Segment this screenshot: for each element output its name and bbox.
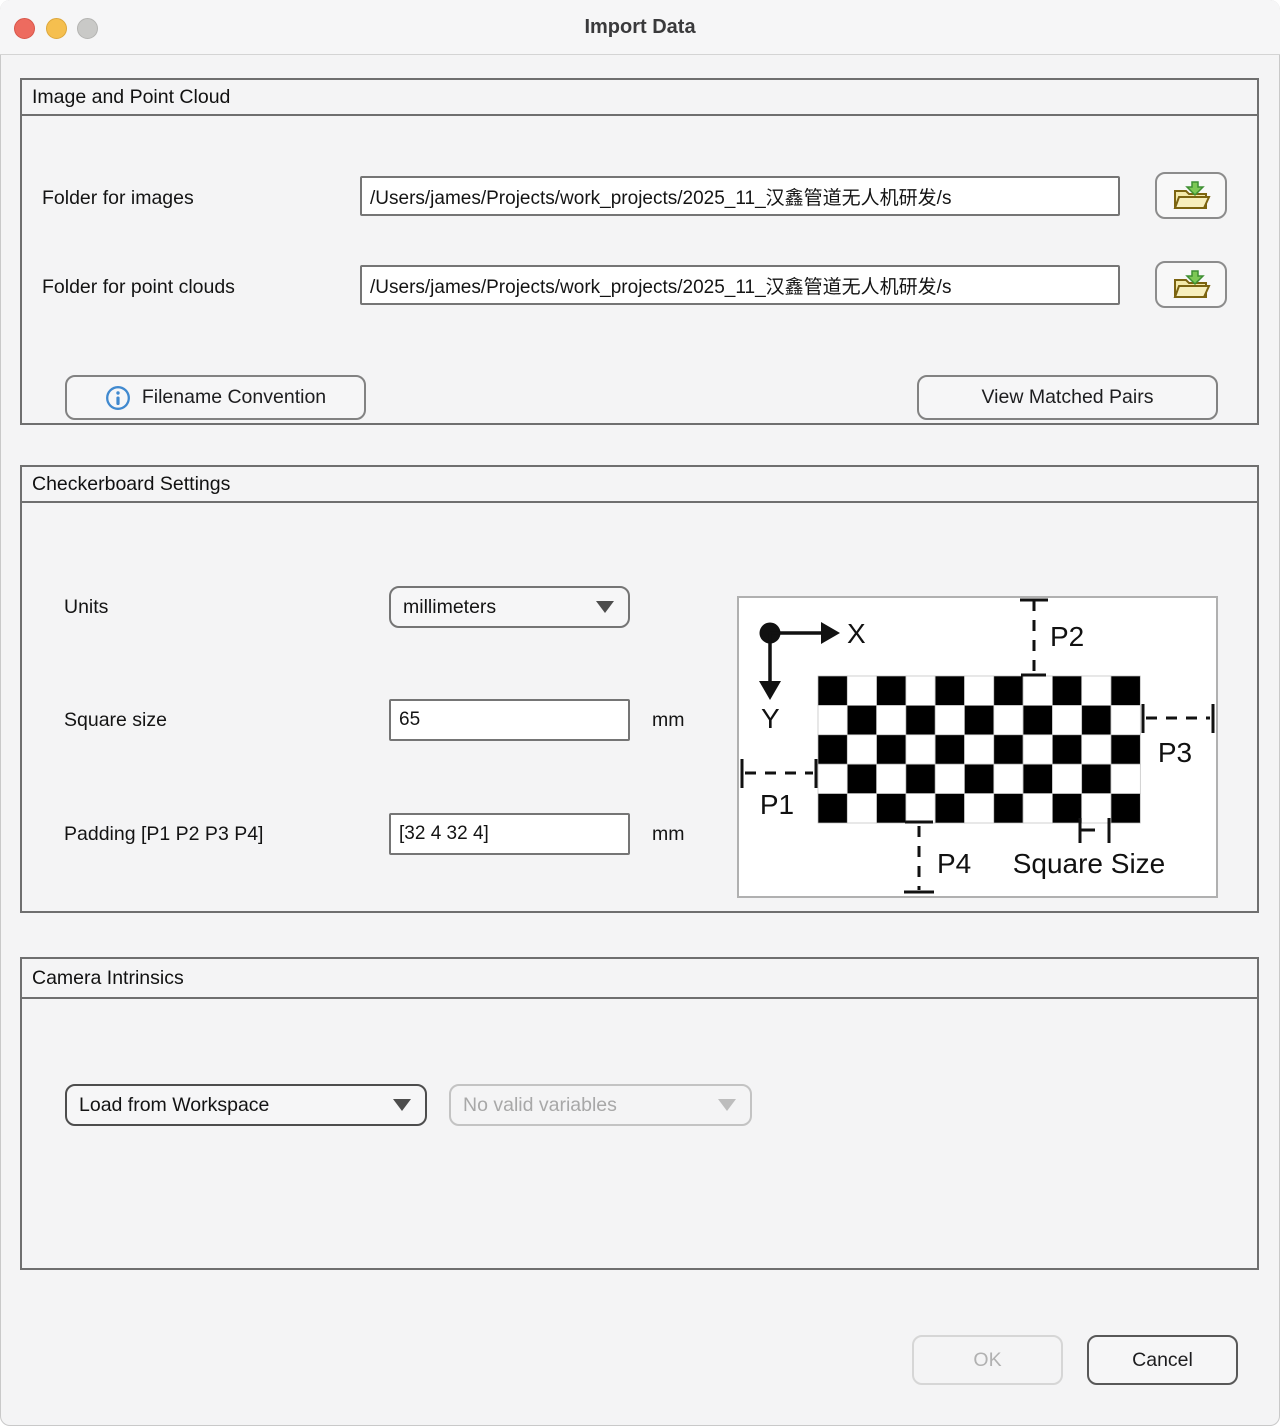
titlebar: Import Data (0, 0, 1280, 55)
browse-images-folder-button[interactable] (1155, 172, 1227, 219)
units-label: Units (64, 586, 108, 628)
section-checkerboard-settings: Checkerboard Settings Units millimeters … (20, 465, 1259, 913)
section-title-camera-intrinsics: Camera Intrinsics (22, 959, 1257, 999)
cancel-button-label: Cancel (1132, 1349, 1193, 1372)
browse-pointclouds-folder-button[interactable] (1155, 261, 1227, 308)
square-size-diagram-label: Square Size (1013, 848, 1166, 879)
ok-button-label: OK (973, 1349, 1001, 1372)
axis-y-label: Y (761, 703, 780, 734)
padding-input[interactable] (389, 813, 630, 855)
intrinsics-variable-dropdown[interactable]: No valid variables (449, 1084, 752, 1126)
section-image-point-cloud: Image and Point Cloud Folder for images … (20, 78, 1259, 425)
square-size-label: Square size (64, 699, 167, 741)
checkerboard-pattern (818, 676, 1140, 823)
section-title-image-point-cloud: Image and Point Cloud (22, 80, 1257, 116)
folder-open-icon (1171, 269, 1211, 301)
folder-pointclouds-label: Folder for point clouds (42, 267, 235, 307)
square-size-unit-label: mm (652, 699, 685, 741)
folder-images-label: Folder for images (42, 178, 194, 218)
section-camera-intrinsics: Camera Intrinsics Load from Workspace No… (20, 957, 1259, 1270)
axis-x-label: X (847, 618, 866, 649)
import-data-dialog: Import Data Image and Point Cloud Folder… (0, 0, 1280, 1426)
padding-label: Padding [P1 P2 P3 P4] (64, 813, 263, 855)
padding-unit-label: mm (652, 813, 685, 855)
p1-label: P1 (760, 789, 794, 820)
view-matched-pairs-label: View Matched Pairs (982, 386, 1154, 409)
info-icon (105, 385, 131, 411)
units-dropdown[interactable]: millimeters (389, 586, 630, 628)
chevron-down-icon (596, 601, 614, 613)
intrinsics-source-selected-value: Load from Workspace (79, 1094, 269, 1117)
intrinsics-variable-selected-value: No valid variables (463, 1094, 617, 1117)
filename-convention-label: Filename Convention (142, 386, 326, 409)
p2-label: P2 (1050, 621, 1084, 652)
checkerboard-diagram: X Y P2 P3 (737, 596, 1218, 898)
units-selected-value: millimeters (403, 596, 496, 619)
section-title-checkerboard: Checkerboard Settings (22, 467, 1257, 503)
ok-button[interactable]: OK (912, 1335, 1063, 1385)
chevron-down-icon (718, 1099, 736, 1111)
chevron-down-icon (393, 1099, 411, 1111)
window-title: Import Data (0, 0, 1280, 55)
folder-pointclouds-input[interactable] (360, 265, 1120, 305)
p4-label: P4 (937, 848, 971, 879)
view-matched-pairs-button[interactable]: View Matched Pairs (917, 375, 1218, 420)
filename-convention-button[interactable]: Filename Convention (65, 375, 366, 420)
cancel-button[interactable]: Cancel (1087, 1335, 1238, 1385)
folder-images-input[interactable] (360, 176, 1120, 216)
folder-open-icon (1171, 180, 1211, 212)
p3-label: P3 (1158, 737, 1192, 768)
square-size-input[interactable] (389, 699, 630, 741)
intrinsics-source-dropdown[interactable]: Load from Workspace (65, 1084, 427, 1126)
